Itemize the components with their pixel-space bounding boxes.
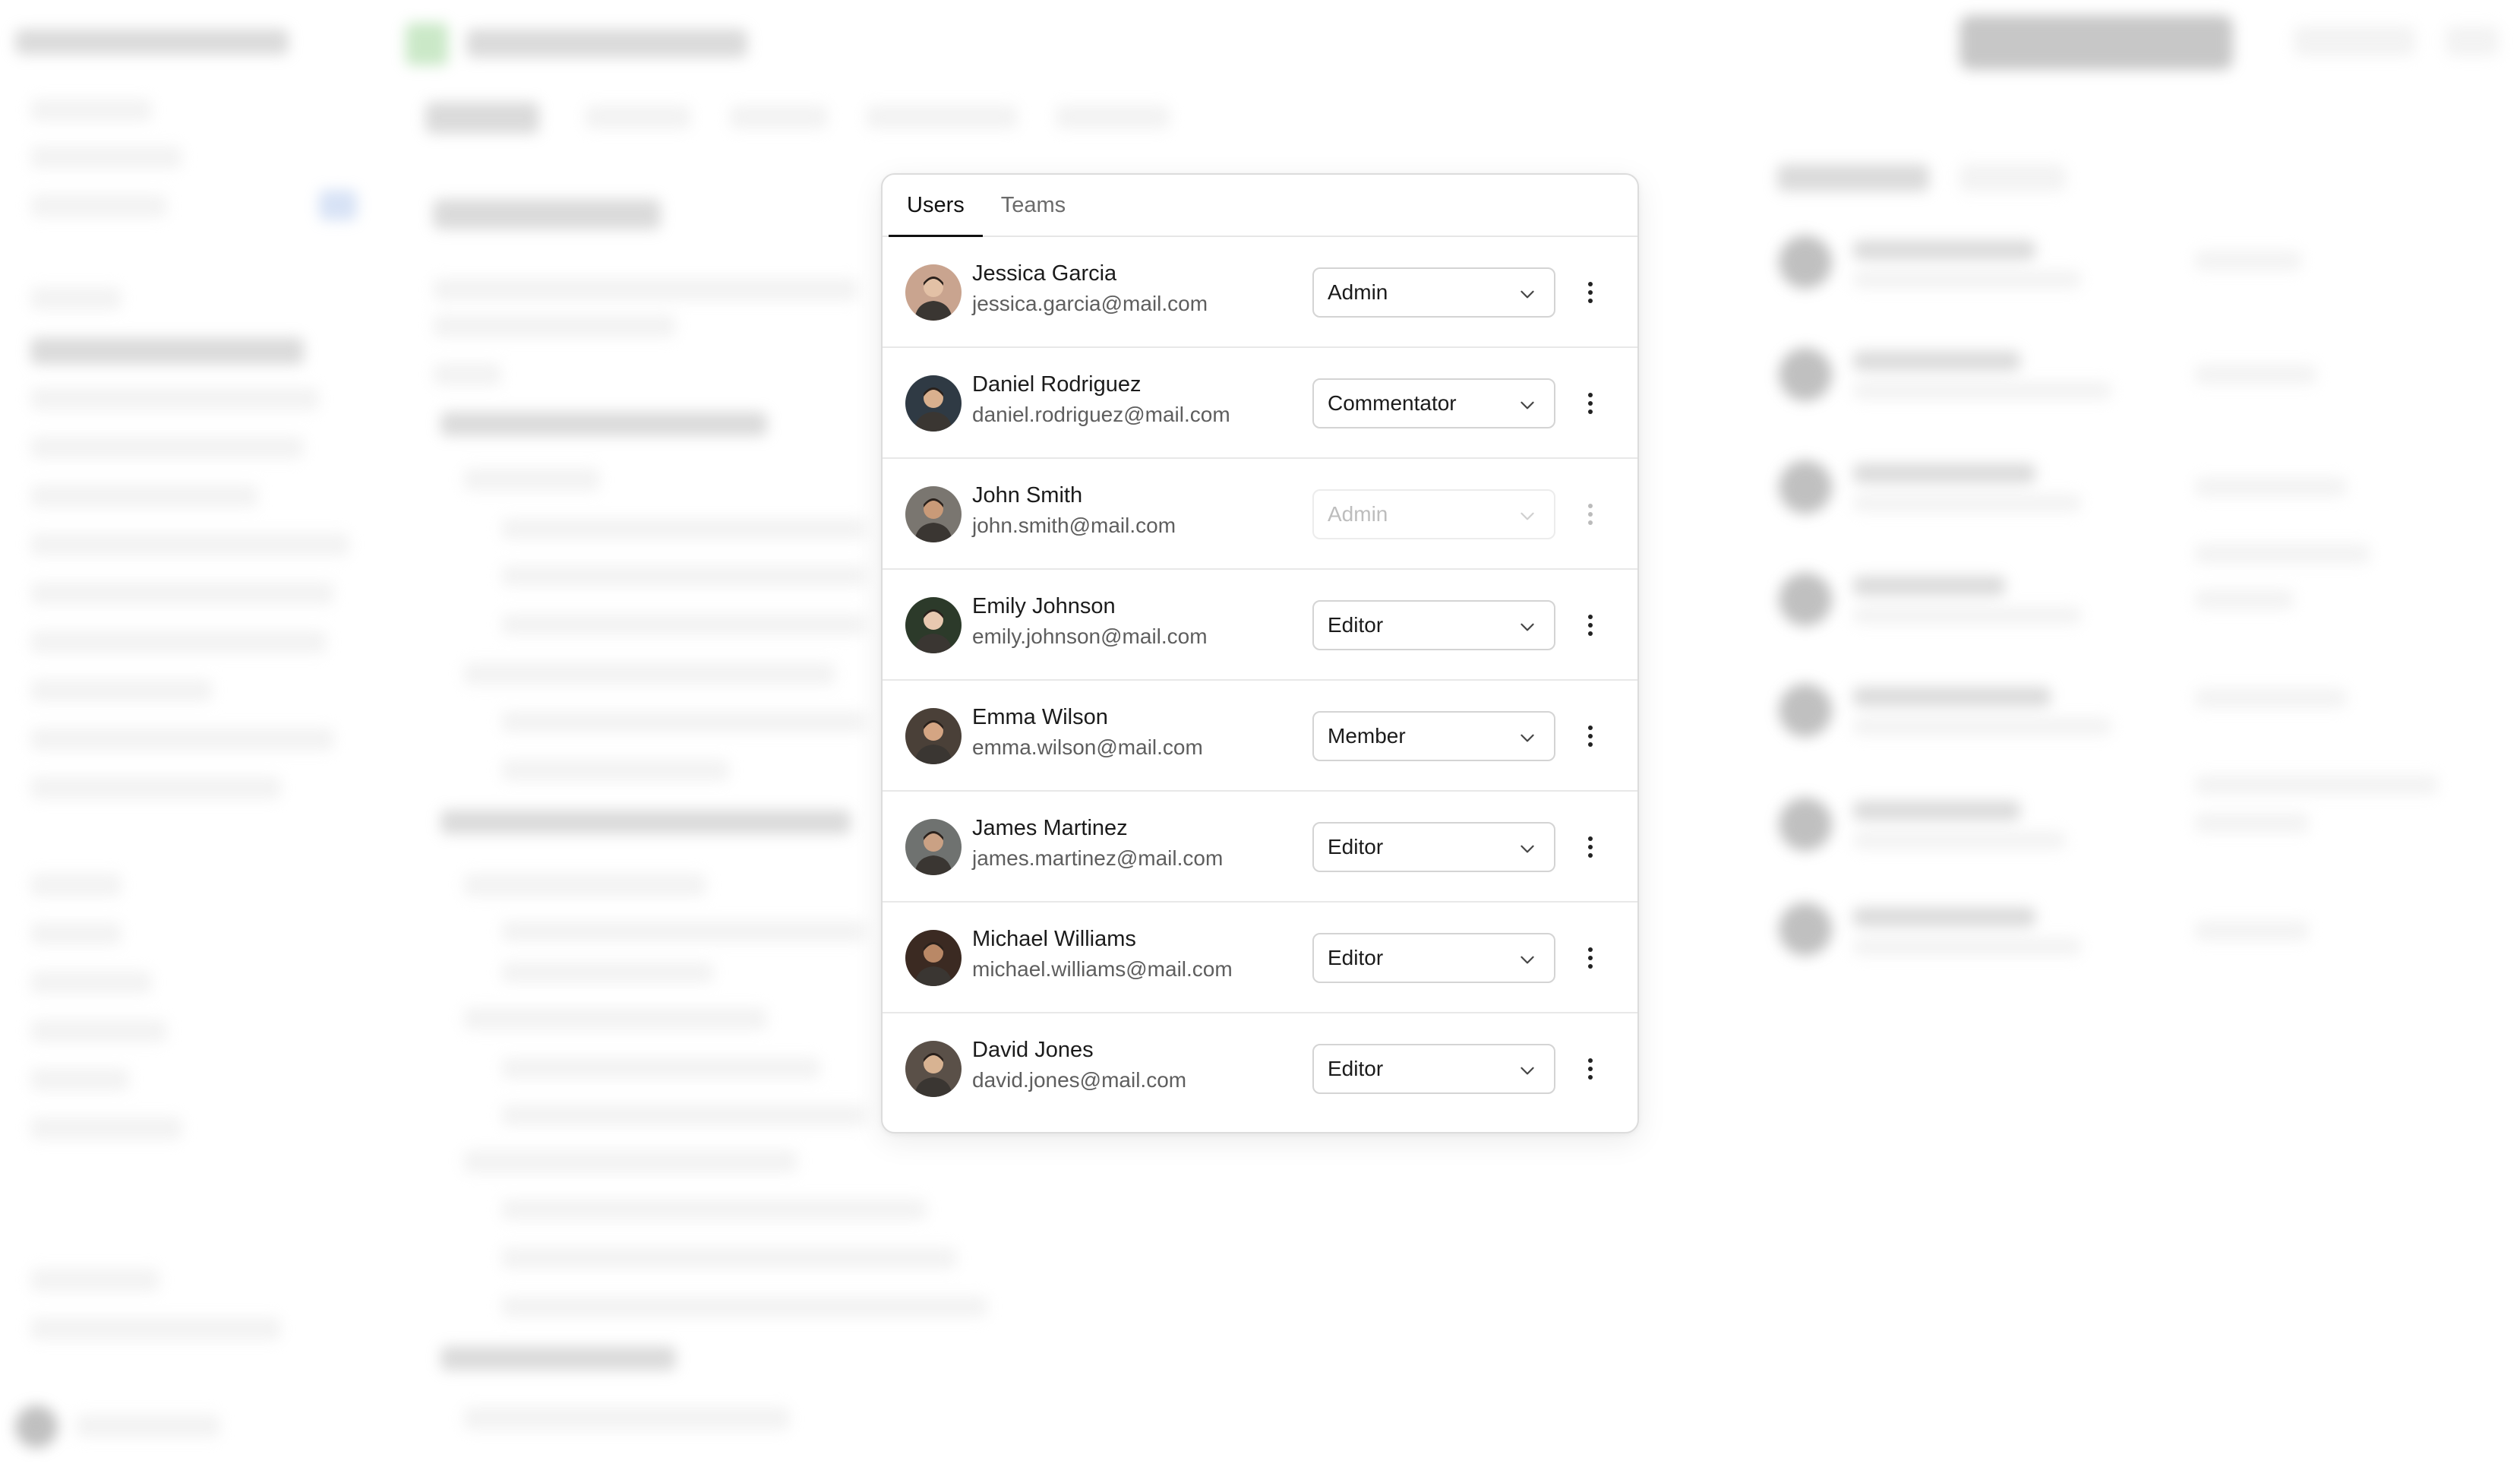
user-row: Michael Williams michael.williams@mail.c…: [883, 903, 1637, 1013]
role-select-value: Editor: [1328, 613, 1384, 637]
more-vertical-icon: [1588, 282, 1593, 303]
avatar: [905, 264, 962, 321]
row-menu-button[interactable]: [1575, 940, 1606, 976]
chevron-down-icon: [1521, 845, 1534, 853]
more-vertical-icon: [1588, 393, 1593, 414]
role-select-value: Admin: [1328, 280, 1388, 304]
avatar: [905, 375, 962, 432]
user-name: Emma Wilson: [972, 705, 1108, 729]
more-vertical-icon: [1588, 1058, 1593, 1080]
user-name: John Smith: [972, 483, 1083, 507]
user-avatar-icon: [905, 486, 962, 542]
more-vertical-icon: [1588, 504, 1593, 525]
row-menu-button[interactable]: [1575, 829, 1606, 865]
chevron-down-icon: [1521, 623, 1534, 631]
avatar: [905, 597, 962, 653]
user-roles-popover: Users Teams Jessica Garcia jessica.garci…: [881, 173, 1639, 1133]
user-avatar-icon: [905, 597, 962, 653]
chevron-down-icon: [1521, 512, 1534, 520]
user-email: james.martinez@mail.com: [972, 846, 1224, 870]
user-row: Emma Wilson emma.wilson@mail.com Member: [883, 681, 1637, 792]
user-row: John Smith john.smith@mail.com Admin: [883, 459, 1637, 570]
role-select: Admin: [1312, 489, 1555, 539]
user-row: James Martinez james.martinez@mail.com E…: [883, 792, 1637, 903]
user-row: Daniel Rodriguez daniel.rodriguez@mail.c…: [883, 348, 1637, 459]
chevron-down-icon: [1521, 734, 1534, 742]
user-email: daniel.rodriguez@mail.com: [972, 403, 1230, 426]
role-select[interactable]: Admin: [1312, 267, 1555, 318]
row-menu-button[interactable]: [1575, 1051, 1606, 1087]
tab-teams[interactable]: Teams: [983, 175, 1084, 236]
user-email: david.jones@mail.com: [972, 1068, 1187, 1092]
user-row: Emily Johnson emily.johnson@mail.com Edi…: [883, 570, 1637, 681]
role-select[interactable]: Editor: [1312, 933, 1555, 983]
user-list: Jessica Garcia jessica.garcia@mail.com A…: [883, 237, 1637, 1124]
chevron-down-icon: [1521, 1067, 1534, 1075]
user-name: David Jones: [972, 1038, 1094, 1062]
tab-users[interactable]: Users: [889, 175, 983, 237]
user-name: Michael Williams: [972, 927, 1136, 951]
avatar: [905, 819, 962, 875]
role-select-value: Editor: [1328, 1057, 1384, 1080]
role-select-value: Editor: [1328, 835, 1384, 858]
avatar: [905, 708, 962, 764]
role-select[interactable]: Editor: [1312, 822, 1555, 872]
user-email: john.smith@mail.com: [972, 514, 1176, 537]
tab-bar: Users Teams: [883, 175, 1637, 237]
role-select-value: Commentator: [1328, 391, 1457, 415]
more-vertical-icon: [1588, 726, 1593, 747]
user-name: Daniel Rodriguez: [972, 372, 1142, 397]
user-avatar-icon: [905, 264, 962, 321]
more-vertical-icon: [1588, 947, 1593, 969]
user-avatar-icon: [905, 708, 962, 764]
avatar: [905, 930, 962, 986]
user-avatar-icon: [905, 1041, 962, 1097]
user-avatar-icon: [905, 375, 962, 432]
user-row: Jessica Garcia jessica.garcia@mail.com A…: [883, 237, 1637, 348]
role-select-value: Editor: [1328, 946, 1384, 969]
row-menu-button[interactable]: [1575, 385, 1606, 422]
role-select[interactable]: Commentator: [1312, 378, 1555, 428]
row-menu-button: [1575, 496, 1606, 533]
more-vertical-icon: [1588, 836, 1593, 858]
more-vertical-icon: [1588, 615, 1593, 636]
row-menu-button[interactable]: [1575, 607, 1606, 643]
row-menu-button[interactable]: [1575, 718, 1606, 754]
role-select-value: Admin: [1328, 502, 1388, 526]
user-name: Jessica Garcia: [972, 261, 1117, 286]
user-name: Emily Johnson: [972, 594, 1116, 618]
chevron-down-icon: [1521, 290, 1534, 299]
chevron-down-icon: [1521, 956, 1534, 964]
row-menu-button[interactable]: [1575, 274, 1606, 311]
avatar: [905, 1041, 962, 1097]
user-email: michael.williams@mail.com: [972, 957, 1233, 981]
role-select[interactable]: Editor: [1312, 1044, 1555, 1094]
user-email: emma.wilson@mail.com: [972, 735, 1203, 759]
chevron-down-icon: [1521, 401, 1534, 409]
user-email: jessica.garcia@mail.com: [972, 292, 1208, 315]
user-row: David Jones david.jones@mail.com Editor: [883, 1013, 1637, 1124]
role-select[interactable]: Editor: [1312, 600, 1555, 650]
role-select[interactable]: Member: [1312, 711, 1555, 761]
user-avatar-icon: [905, 930, 962, 986]
user-avatar-icon: [905, 819, 962, 875]
role-select-value: Member: [1328, 724, 1406, 748]
avatar: [905, 486, 962, 542]
user-email: emily.johnson@mail.com: [972, 624, 1208, 648]
user-name: James Martinez: [972, 816, 1128, 840]
